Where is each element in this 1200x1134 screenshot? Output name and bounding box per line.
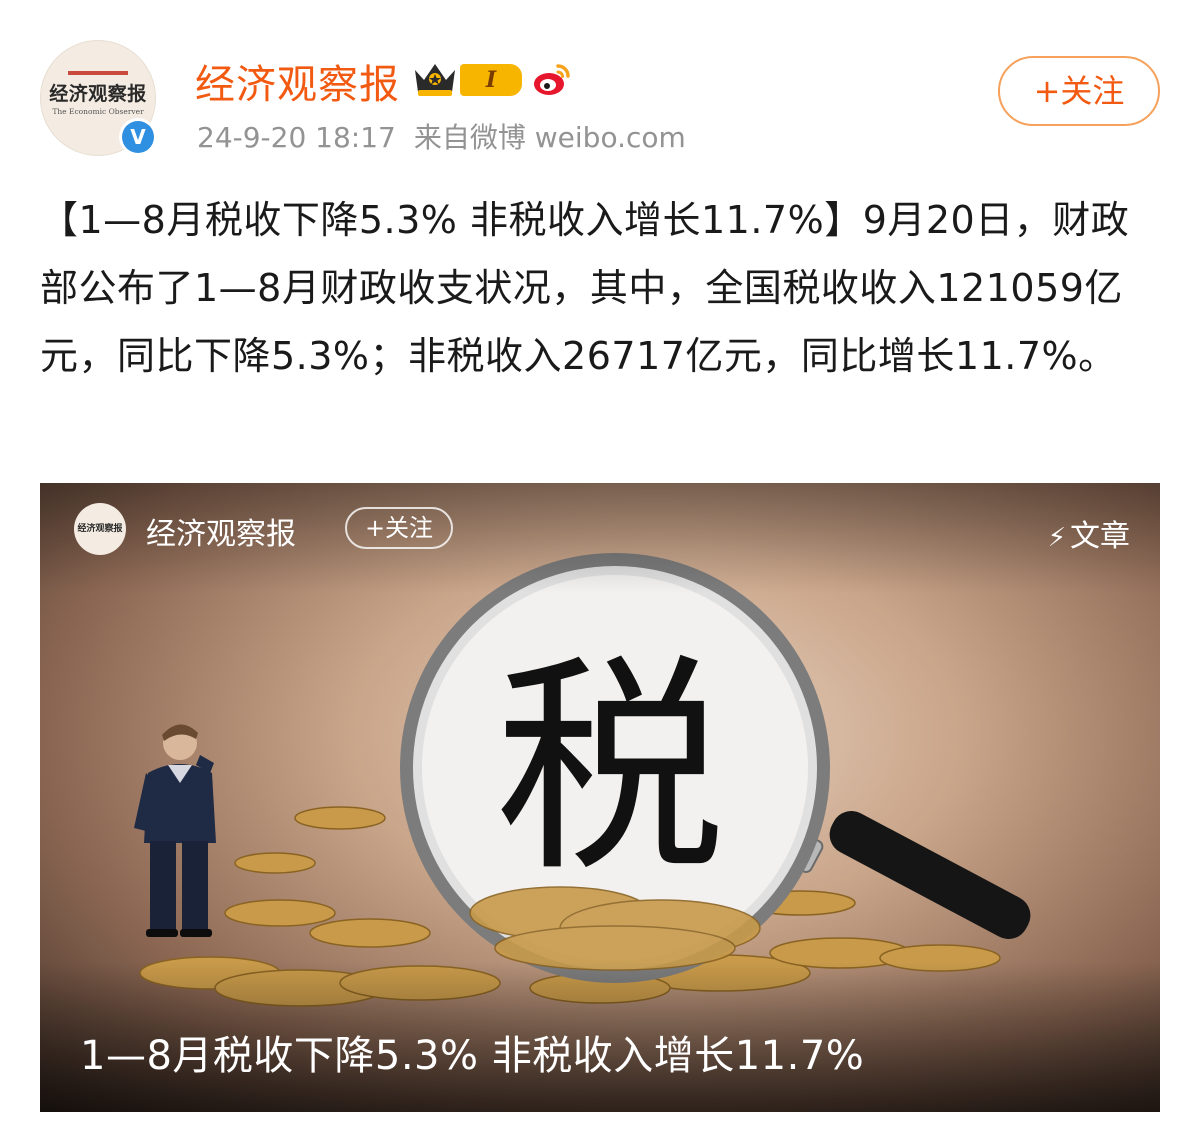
card-type-label: ⚡ 文章: [1048, 511, 1130, 555]
businessman-figure: [134, 724, 216, 937]
avatar-logo-subtext: The Economic Observer: [52, 107, 144, 116]
verified-mark: V: [122, 121, 154, 153]
cover-glyph: 税: [495, 636, 725, 903]
follow-button[interactable]: +关注: [998, 56, 1160, 126]
post-source[interactable]: 来自微博 weibo.com: [414, 121, 686, 154]
post-meta: 24-9-20 18:17 来自微博 weibo.com: [197, 116, 704, 156]
bolt-icon: ⚡: [1047, 523, 1066, 553]
crown-icon: [415, 64, 455, 96]
card-follow-button[interactable]: +关注: [345, 507, 453, 549]
level-badge: I: [460, 64, 522, 96]
avatar-logo-text: 经济观察报: [49, 83, 147, 105]
article-headline[interactable]: 1—8月税收下降5.3% 非税收入增长11.7%: [80, 1023, 864, 1081]
post-timestamp: 24-9-20 18:17: [197, 121, 396, 154]
post-text: 【1—8月税收下降5.3% 非税收入增长11.7%】9月20日，财政部公布了1—…: [40, 198, 1130, 378]
weibo-logo-icon: [534, 64, 570, 95]
verified-icon: V: [119, 118, 157, 156]
card-type-text: 文章: [1070, 519, 1130, 554]
card-author-avatar[interactable]: 经济观察报: [74, 503, 126, 555]
article-card[interactable]: 税 经济观察报 经济观察报 +关注 ⚡ 文章 1—8月税收下降5.3% 非税收入增…: [40, 483, 1160, 1112]
author-name[interactable]: 经济观察报: [195, 52, 400, 110]
weibo-post-page: 经济观察报 The Economic Observer V 经济观察报 I 24…: [0, 0, 1200, 1134]
avatar-masthead-stripe: [41, 71, 155, 75]
card-author-name[interactable]: 经济观察报: [146, 509, 296, 553]
